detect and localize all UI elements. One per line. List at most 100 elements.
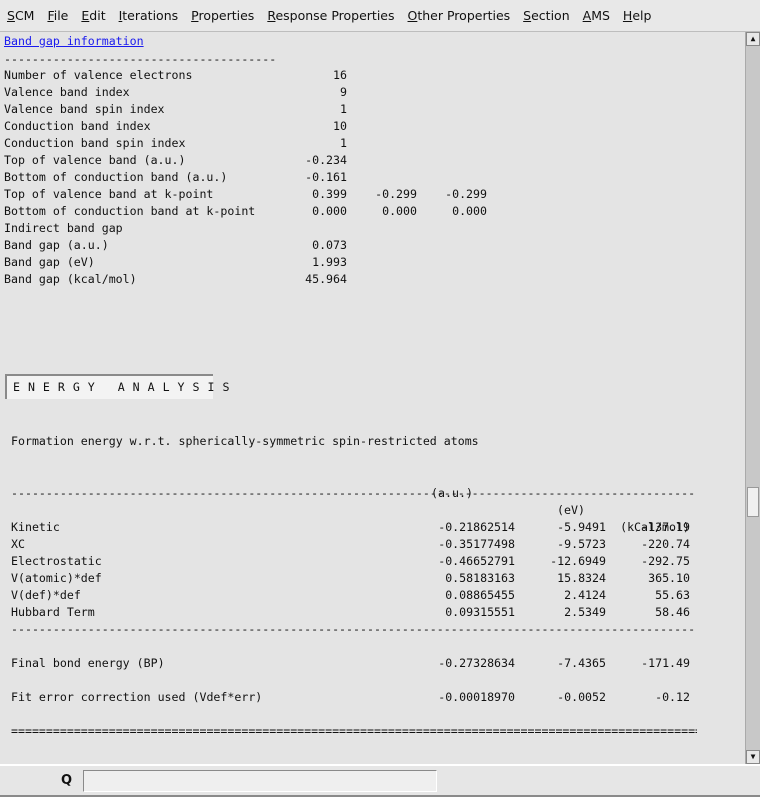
menu-iterations[interactable]: Iterations bbox=[119, 8, 179, 23]
menu-edit[interactable]: Edit bbox=[81, 8, 105, 23]
row-value: 0.08865455 bbox=[445, 588, 515, 602]
menu-mnemonic: O bbox=[407, 8, 418, 23]
arrow-down-icon[interactable]: ▼ bbox=[746, 750, 760, 764]
menu-response-properties[interactable]: Response Properties bbox=[267, 8, 394, 23]
row-label: Top of valence band at k-point bbox=[4, 187, 214, 201]
band-gap-link[interactable]: Band gap information bbox=[4, 33, 144, 50]
row-value: 9 bbox=[340, 85, 347, 99]
row-value: 0.09315551 bbox=[445, 605, 515, 619]
row-label: Indirect band gap bbox=[4, 221, 123, 235]
menu-label: esponse Properties bbox=[275, 8, 395, 23]
menu-bar: SCM File Edit Iterations Properties Response … bbox=[0, 0, 760, 32]
energy-analysis-heading: E N E R G Y A N A L Y S I S bbox=[5, 374, 229, 399]
row-value: -292.75 bbox=[641, 554, 690, 568]
row-value: -0.234 bbox=[305, 153, 347, 167]
menu-label: MS bbox=[591, 8, 610, 23]
row-value: 0.000 bbox=[382, 204, 417, 218]
vertical-scrollbar[interactable]: ▲ ▼ bbox=[745, 32, 760, 764]
menu-label: terations bbox=[122, 8, 179, 23]
separator: ----------------------------------------… bbox=[11, 486, 697, 500]
menu-ams[interactable]: AMS bbox=[583, 8, 610, 23]
row-label: Bottom of conduction band (a.u.) bbox=[4, 170, 228, 184]
menu-section[interactable]: Section bbox=[523, 8, 569, 23]
row-value: 10 bbox=[333, 119, 347, 133]
row-label: Band gap (kcal/mol) bbox=[4, 272, 137, 286]
band-gap-row: Bottom of conduction band at k-point 0.00… bbox=[0, 203, 744, 220]
energy-row: V(atomic)*def 0.58183163 15.8324 365.10 bbox=[0, 570, 744, 587]
menu-other-properties[interactable]: Other Properties bbox=[408, 8, 511, 23]
row-value: 0.000 bbox=[312, 204, 347, 218]
row-value: -0.46652791 bbox=[438, 554, 515, 568]
row-value: -0.21862514 bbox=[438, 520, 515, 534]
scrollbar-thumb[interactable] bbox=[747, 487, 759, 517]
search-input[interactable] bbox=[83, 770, 437, 792]
menu-label: dit bbox=[89, 8, 106, 23]
row-label: V(def)*def bbox=[11, 588, 81, 602]
menu-file[interactable]: File bbox=[47, 8, 68, 23]
row-value: 1.993 bbox=[312, 255, 347, 269]
row-value: -0.27328634 bbox=[438, 656, 515, 670]
row-label: Kinetic bbox=[11, 520, 60, 534]
band-gap-row: Top of valence band at k-point 0.399 -0.29… bbox=[0, 186, 744, 203]
search-bar: Q bbox=[0, 764, 760, 797]
row-value: -0.12 bbox=[655, 690, 690, 704]
menu-label: ther Properties bbox=[417, 8, 511, 23]
row-value: 0.399 bbox=[312, 187, 347, 201]
menu-help[interactable]: Help bbox=[623, 8, 652, 23]
separator: ----------------------------------------… bbox=[11, 622, 697, 636]
menu-label: ection bbox=[531, 8, 570, 23]
energy-row: Hubbard Term 0.09315551 2.5349 58.46 bbox=[0, 604, 744, 621]
menu-properties[interactable]: Properties bbox=[191, 8, 254, 23]
row-value: 0.58183163 bbox=[445, 571, 515, 585]
band-gap-row: Conduction band spin index 1 bbox=[0, 135, 744, 152]
menu-mnemonic: H bbox=[622, 8, 633, 23]
menu-label: roperties bbox=[198, 8, 255, 23]
band-gap-row: Valence band spin index 1 bbox=[0, 101, 744, 118]
row-label: Band gap (a.u.) bbox=[4, 238, 109, 252]
band-gap-row: Number of valence electrons 16 bbox=[0, 67, 744, 84]
row-value: -0.299 bbox=[445, 187, 487, 201]
row-value: -0.299 bbox=[375, 187, 417, 201]
menu-scm[interactable]: SCM bbox=[7, 8, 34, 23]
final-bond-energy-row: Final bond energy (BP) -0.27328634 -7.4365… bbox=[0, 655, 744, 672]
row-value: 1 bbox=[340, 102, 347, 116]
menu-label: elp bbox=[632, 8, 652, 23]
row-value: 58.46 bbox=[655, 605, 690, 619]
row-label: XC bbox=[11, 537, 25, 551]
row-label: Hubbard Term bbox=[11, 605, 95, 619]
row-label: Electrostatic bbox=[11, 554, 102, 568]
row-value: 45.964 bbox=[305, 272, 347, 286]
band-gap-row: Band gap (kcal/mol) 45.964 bbox=[0, 271, 744, 288]
column-header-ev: (eV) bbox=[557, 503, 585, 517]
band-gap-row: Indirect band gap bbox=[0, 220, 744, 237]
energy-row: V(def)*def 0.08865455 2.4124 55.63 bbox=[0, 587, 744, 604]
row-label: Conduction band index bbox=[4, 119, 151, 133]
row-label: Bottom of conduction band at k-point bbox=[4, 204, 256, 218]
row-value: 1 bbox=[340, 136, 347, 150]
menu-mnemonic: A bbox=[582, 8, 592, 23]
arrow-up-icon[interactable]: ▲ bbox=[746, 32, 760, 46]
row-value: -137.19 bbox=[641, 520, 690, 534]
row-label: Valence band index bbox=[4, 85, 130, 99]
band-gap-row: Bottom of conduction band (a.u.) -0.161 bbox=[0, 169, 744, 186]
formation-energy-subtitle: Formation energy w.r.t. spherically-symm… bbox=[11, 434, 479, 448]
row-value: 0.000 bbox=[452, 204, 487, 218]
energy-row: Kinetic -0.21862514 -5.9491 -137.19 bbox=[0, 519, 744, 536]
row-label: Number of valence electrons bbox=[4, 68, 193, 82]
row-value: 0.073 bbox=[312, 238, 347, 252]
row-label: Valence band spin index bbox=[4, 102, 165, 116]
menu-label: ile bbox=[53, 8, 69, 23]
row-value: -220.74 bbox=[641, 537, 690, 551]
band-gap-row: Conduction band index 10 bbox=[0, 118, 744, 135]
separator: --------------------------------------- bbox=[4, 52, 277, 66]
row-value: -0.35177498 bbox=[438, 537, 515, 551]
row-value: 55.63 bbox=[655, 588, 690, 602]
row-label: Final bond energy (BP) bbox=[11, 656, 165, 670]
row-label: Band gap (eV) bbox=[4, 255, 95, 269]
menu-mnemonic: S bbox=[7, 8, 15, 23]
row-label: V(atomic)*def bbox=[11, 571, 102, 585]
band-gap-row: Valence band index 9 bbox=[0, 84, 744, 101]
menu-mnemonic: S bbox=[523, 8, 532, 23]
row-value: 365.10 bbox=[648, 571, 690, 585]
band-gap-row: Band gap (eV) 1.993 bbox=[0, 254, 744, 271]
